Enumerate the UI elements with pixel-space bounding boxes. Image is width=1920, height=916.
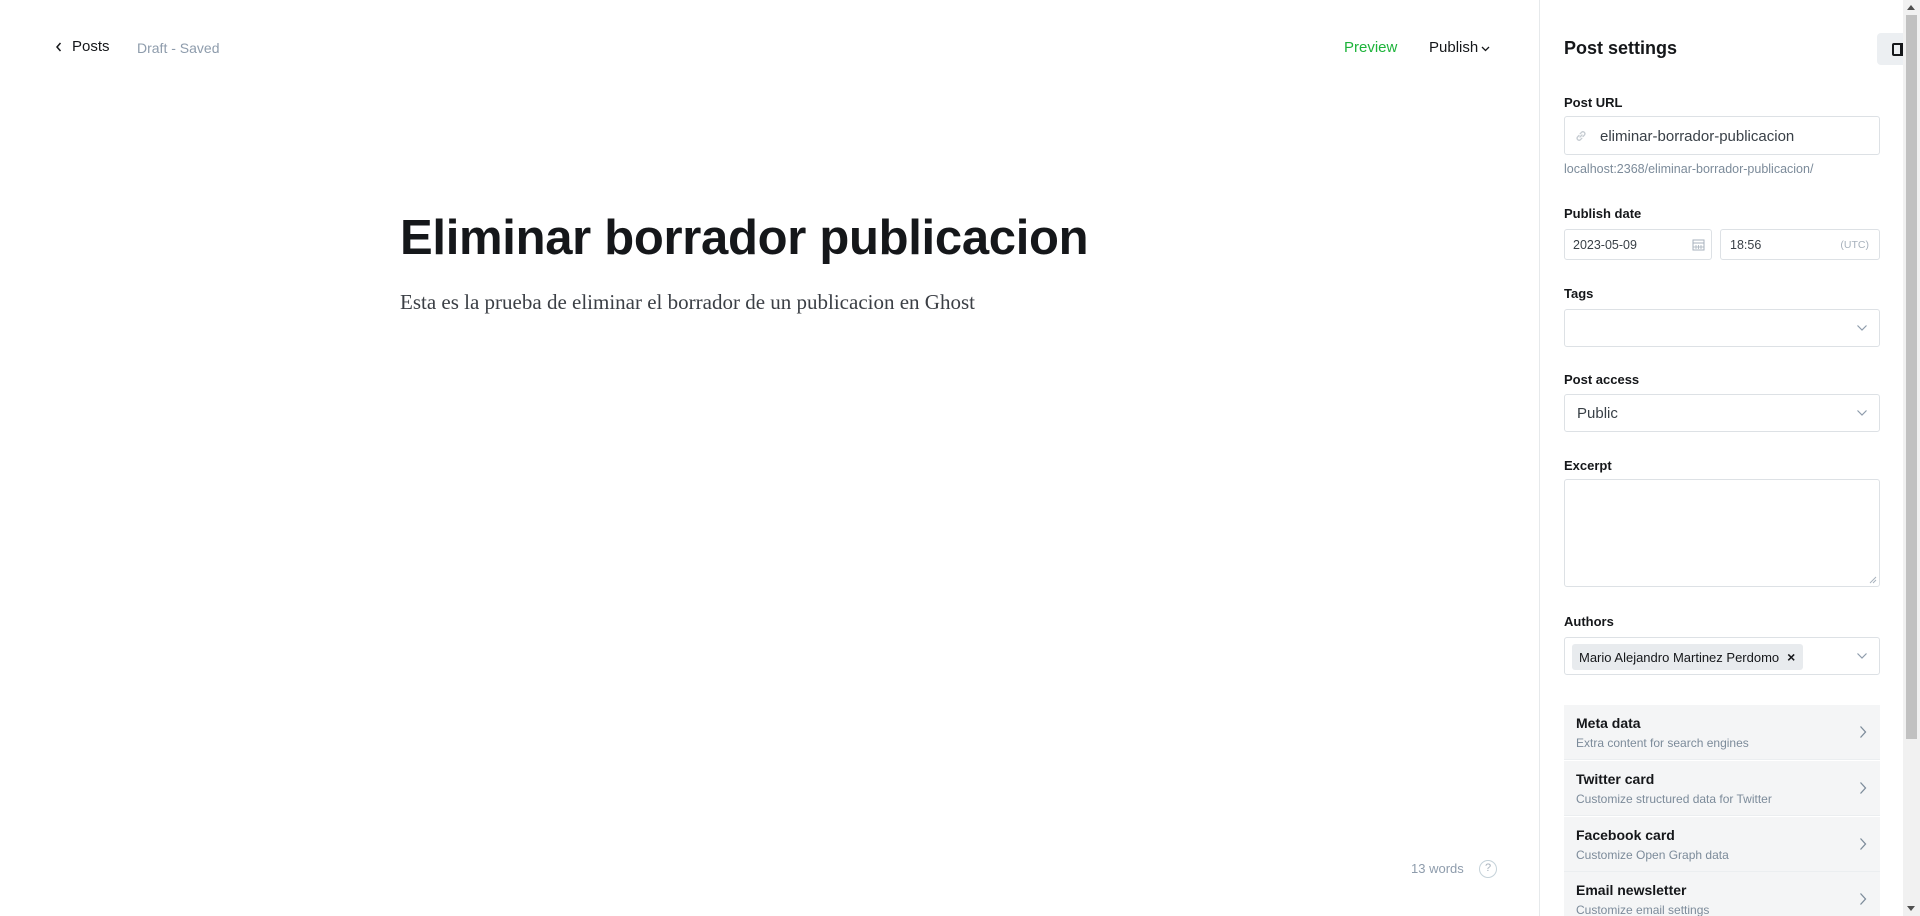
calendar-icon (1692, 239, 1705, 251)
section-subtitle: Customize structured data for Twitter (1576, 792, 1772, 806)
section-subtitle: Extra content for search engines (1576, 736, 1749, 750)
back-to-posts-link[interactable]: Posts (54, 38, 110, 55)
sidebar-toggle-icon (1891, 42, 1903, 56)
post-url-label: Post URL (1564, 95, 1623, 110)
editor-header: Posts Draft - Saved Preview Publish (0, 0, 1539, 98)
post-url-value: eliminar-borrador-publicacion (1600, 128, 1795, 145)
meta-data-section[interactable]: Meta data Extra content for search engin… (1564, 705, 1880, 760)
post-title[interactable]: Eliminar borrador publicacion (400, 210, 1089, 266)
chevron-right-icon (1860, 893, 1867, 905)
publish-date-value: 2023-05-09 (1573, 238, 1637, 252)
publish-date-label: Publish date (1564, 206, 1642, 221)
publish-time-value: 18:56 (1730, 238, 1762, 252)
section-title: Twitter card (1576, 771, 1655, 787)
close-icon[interactable]: × (1787, 649, 1795, 665)
scroll-up-arrow-icon[interactable] (1907, 5, 1915, 10)
email-newsletter-section[interactable]: Email newsletter Customize email setting… (1564, 872, 1880, 916)
chevron-left-icon (56, 42, 62, 51)
chevron-down-icon (1481, 46, 1490, 51)
post-url-preview: localhost:2368/eliminar-borrador-publica… (1564, 162, 1814, 176)
resize-grip-icon[interactable] (1869, 576, 1877, 584)
editor-area: Posts Draft - Saved Preview Publish Elim… (0, 0, 1539, 916)
author-name: Mario Alejandro Martinez Perdomo (1579, 649, 1780, 665)
excerpt-label: Excerpt (1564, 458, 1612, 473)
chevron-right-icon (1860, 838, 1867, 850)
sidebar-toggle-button[interactable] (1877, 33, 1903, 65)
timezone-label: (UTC) (1840, 239, 1869, 251)
section-title: Email newsletter (1576, 882, 1687, 898)
section-subtitle: Customize Open Graph data (1576, 848, 1729, 862)
excerpt-textarea[interactable] (1564, 479, 1880, 587)
post-body[interactable]: Esta es la prueba de eliminar el borrado… (400, 290, 975, 315)
section-subtitle: Customize email settings (1576, 903, 1710, 916)
help-icon[interactable]: ? (1479, 860, 1497, 878)
page-scrollbar[interactable] (1903, 0, 1920, 916)
scroll-down-arrow-icon[interactable] (1907, 906, 1915, 911)
chevron-right-icon (1860, 726, 1867, 738)
post-access-select[interactable]: Public (1564, 394, 1880, 432)
authors-select[interactable]: Mario Alejandro Martinez Perdomo × (1564, 637, 1880, 675)
facebook-card-section[interactable]: Facebook card Customize Open Graph data (1564, 817, 1880, 872)
chevron-down-icon (1857, 325, 1867, 331)
twitter-card-section[interactable]: Twitter card Customize structured data f… (1564, 761, 1880, 816)
chevron-down-icon (1857, 653, 1867, 659)
word-count: 13 words (1411, 861, 1464, 876)
post-access-label: Post access (1564, 372, 1640, 387)
back-link-label: Posts (72, 38, 110, 55)
preview-button[interactable]: Preview (1344, 39, 1397, 56)
section-title: Meta data (1576, 715, 1641, 731)
panel-title: Post settings (1564, 38, 1678, 58)
publish-date-input[interactable]: 2023-05-09 (1564, 229, 1712, 260)
publish-button-label: Publish (1429, 39, 1479, 56)
publish-time-input[interactable]: 18:56 (UTC) (1720, 229, 1880, 260)
authors-label: Authors (1564, 614, 1614, 629)
post-settings-panel: Post settings Post URL eliminar-borrador… (1539, 0, 1903, 916)
draft-status: Draft - Saved (137, 40, 220, 56)
tags-select[interactable] (1564, 309, 1880, 347)
link-icon (1576, 131, 1586, 141)
post-url-input[interactable]: eliminar-borrador-publicacion (1564, 116, 1880, 155)
scrollbar-thumb[interactable] (1906, 15, 1917, 739)
chevron-down-icon (1857, 410, 1867, 416)
author-chip: Mario Alejandro Martinez Perdomo × (1572, 644, 1804, 670)
post-access-value: Public (1577, 405, 1618, 422)
chevron-right-icon (1860, 782, 1867, 794)
section-title: Facebook card (1576, 827, 1675, 843)
publish-button[interactable]: Publish (1429, 39, 1490, 56)
tags-label: Tags (1564, 286, 1594, 301)
